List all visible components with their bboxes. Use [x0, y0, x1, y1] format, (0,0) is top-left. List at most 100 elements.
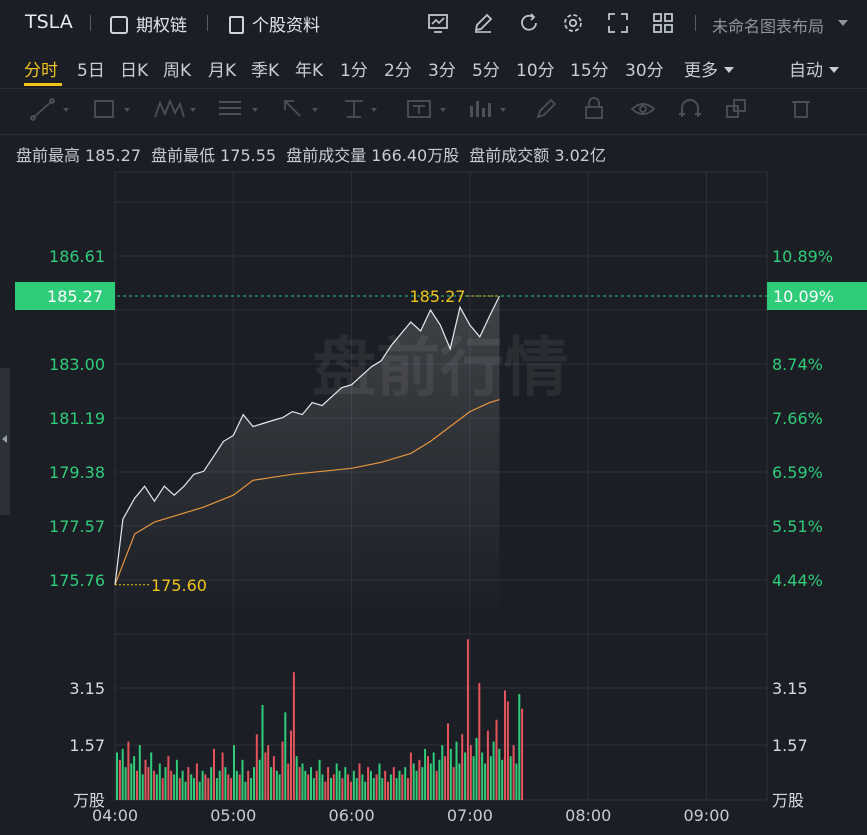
volume-bar	[141, 774, 144, 800]
volume-tick-label: 3.15	[69, 679, 105, 698]
time-tick-label: 05:00	[210, 806, 256, 825]
volume-bar	[215, 778, 218, 800]
volume-bar	[175, 759, 178, 800]
volume-bar	[409, 752, 412, 800]
volume-bar	[364, 781, 367, 800]
volume-bar	[367, 767, 370, 800]
volume-bar	[181, 770, 184, 800]
volume-bar	[387, 781, 389, 800]
volume-bar	[486, 730, 489, 800]
volume-bar	[153, 770, 156, 800]
volume-bar	[201, 770, 204, 800]
price-tick-label: 181.19	[49, 409, 105, 428]
volume-bar	[452, 767, 455, 800]
volume-bar	[438, 759, 441, 800]
price-tick-label: 183.00	[49, 355, 105, 374]
volume-bar	[255, 734, 258, 800]
volume-unit-label: 万股	[73, 791, 105, 810]
volume-bar	[401, 774, 404, 800]
volume-bar	[398, 770, 401, 800]
volume-bar	[270, 767, 273, 800]
volume-bar	[264, 752, 267, 800]
volume-bar	[118, 759, 121, 800]
volume-bar	[147, 767, 150, 800]
volume-bar	[447, 723, 449, 800]
volume-bar	[253, 767, 255, 800]
volume-bar	[441, 745, 444, 800]
price-tick-label: 179.38	[49, 463, 105, 482]
volume-bar	[161, 778, 164, 800]
volume-bar	[504, 690, 506, 800]
min-price-label: 175.60	[151, 576, 207, 595]
volume-bar	[506, 701, 509, 800]
volume-bar	[247, 770, 250, 800]
volume-bar	[284, 712, 287, 800]
volume-bar	[347, 774, 350, 800]
volume-bar	[213, 748, 215, 800]
percent-tick-label: 6.59%	[772, 463, 823, 482]
volume-bar	[150, 752, 153, 800]
side-panel-toggle[interactable]	[0, 368, 10, 515]
volume-bar	[321, 774, 324, 800]
volume-bar	[515, 763, 518, 800]
current-pct-text: 10.09%	[773, 287, 834, 306]
volume-bar	[144, 759, 147, 800]
intraday-chart[interactable]: 盘前行情 186.61183.00181.19179.38177.57175.7…	[0, 0, 867, 835]
volume-bar	[190, 774, 193, 800]
volume-bar	[458, 763, 461, 800]
volume-bar	[350, 781, 352, 800]
price-tick-label: 177.57	[49, 517, 105, 536]
volume-bar	[218, 770, 221, 800]
volume-bar	[375, 774, 378, 800]
volume-bar	[332, 774, 335, 800]
volume-bar	[235, 770, 238, 800]
volume-bar	[392, 767, 395, 800]
volume-bar	[435, 770, 438, 800]
volume-bar	[327, 767, 330, 800]
volume-bar	[475, 737, 478, 800]
volume-bar	[124, 767, 127, 800]
volume-bar	[512, 745, 515, 800]
current-price-text: 185.27	[47, 287, 103, 306]
volume-bar	[464, 752, 467, 800]
volume-bar	[267, 745, 270, 800]
volume-bar	[278, 774, 281, 800]
volume-bar	[258, 759, 261, 800]
volume-bar	[158, 763, 161, 800]
volume-bar	[492, 741, 495, 800]
volume-bar	[449, 748, 452, 800]
volume-bar	[221, 752, 224, 800]
volume-bar	[250, 778, 253, 800]
volume-bar	[404, 767, 407, 800]
volume-bar	[290, 730, 292, 800]
volume-bar	[307, 774, 310, 800]
volume-bar	[207, 778, 210, 800]
volume-bar	[298, 767, 301, 800]
volume-bar	[484, 763, 487, 800]
volume-bar	[312, 778, 315, 800]
volume-bar	[466, 639, 469, 800]
volume-unit-label: 万股	[772, 791, 804, 810]
volume-bar	[295, 756, 298, 800]
volume-bar	[155, 774, 158, 800]
volume-bar	[461, 734, 464, 800]
volume-bar	[241, 759, 244, 800]
volume-bar	[310, 767, 312, 800]
volume-bar	[344, 767, 347, 800]
price-area-fill	[115, 296, 500, 620]
volume-bar	[133, 756, 136, 800]
price-tick-label: 186.61	[49, 247, 105, 266]
volume-bar	[518, 694, 521, 800]
volume-bar	[495, 719, 498, 800]
volume-bar	[178, 778, 181, 800]
volume-bar	[378, 763, 381, 800]
volume-bar	[389, 774, 392, 800]
volume-bar	[198, 781, 201, 800]
volume-bar	[395, 778, 398, 800]
volume-bar	[301, 763, 304, 800]
volume-bar	[407, 778, 409, 800]
volume-bar	[427, 756, 429, 800]
volume-bar	[195, 763, 198, 800]
chevron-left-icon	[2, 435, 7, 443]
volume-bar	[432, 752, 435, 800]
